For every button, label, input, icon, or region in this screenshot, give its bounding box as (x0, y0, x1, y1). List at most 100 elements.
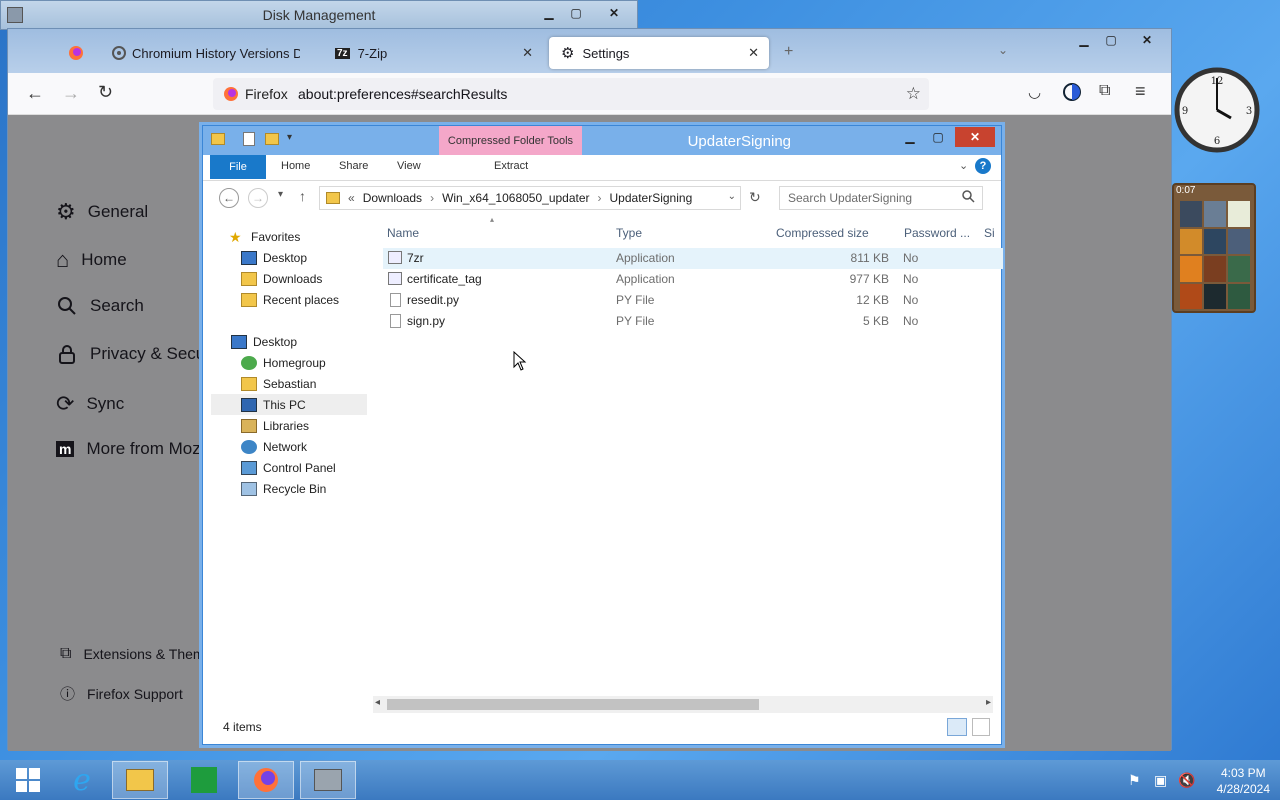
back-icon[interactable]: ← (219, 188, 239, 208)
column-header-name[interactable]: Name (387, 221, 419, 245)
nav-item-desktop-root[interactable]: Desktop (231, 331, 389, 352)
start-button[interactable] (0, 761, 56, 799)
menu-icon[interactable]: ≡ (1135, 81, 1146, 102)
list-tabs-icon[interactable]: ⌄ (998, 43, 1008, 57)
nav-favorites[interactable]: ★ Favorites (229, 226, 387, 247)
nav-label: Sebastian (263, 376, 317, 391)
sidebar-item-home[interactable]: ⌂ Home (56, 247, 127, 273)
nav-item-recycle-bin[interactable]: Recycle Bin (241, 478, 399, 499)
close-button[interactable]: ✕ (596, 4, 632, 22)
file-name: 7zr (407, 251, 424, 265)
nav-item-this-pc[interactable]: This PC (211, 394, 367, 415)
network-icon[interactable]: ▣ (1154, 772, 1167, 789)
search-input[interactable]: Search UpdaterSigning (779, 186, 983, 210)
file-explorer-icon[interactable] (112, 761, 168, 799)
nav-item-libraries[interactable]: Libraries (241, 415, 399, 436)
details-view-icon[interactable] (947, 718, 967, 736)
sidebar-item-search[interactable]: Search (56, 295, 144, 317)
scroll-right-icon[interactable]: ▸ (986, 697, 991, 708)
maximize-button[interactable]: ▢ (1098, 31, 1124, 49)
nav-item-control-panel[interactable]: Control Panel (241, 457, 399, 478)
close-button[interactable]: ✕ (1132, 31, 1162, 49)
breadcrumb-separator: › (597, 191, 602, 205)
breadcrumb-downloads[interactable]: Downloads (363, 191, 422, 205)
picture-puzzle-gadget[interactable]: 0:07 (1172, 183, 1256, 313)
url-bar[interactable]: Firefox about:preferences#searchResults … (213, 78, 929, 110)
extensions-icon[interactable]: ⧉ (1099, 82, 1110, 100)
column-header-compressed-size[interactable]: Compressed size (776, 221, 869, 245)
sidebar-item-privacy[interactable]: Privacy & Securi (56, 343, 215, 365)
nav-item-desktop[interactable]: Desktop (241, 247, 399, 268)
address-dropdown-icon[interactable]: ⌄ (728, 191, 736, 202)
tab-settings[interactable]: ⚙ Settings ✕ (549, 37, 769, 69)
tab-file[interactable]: File (210, 155, 266, 179)
breadcrumb-updater[interactable]: Win_x64_1068050_updater (442, 191, 589, 205)
close-tab-icon[interactable]: ✕ (522, 45, 533, 61)
up-icon[interactable]: ↑ (299, 188, 306, 204)
close-tab-icon[interactable]: ✕ (748, 45, 759, 61)
forward-icon[interactable]: → (62, 83, 80, 104)
firefox-taskbar-icon[interactable] (238, 761, 294, 799)
computer-icon (241, 397, 257, 412)
url-text[interactable]: about:preferences#searchResults (298, 86, 507, 102)
search-icon[interactable] (961, 189, 975, 203)
nav-item-recent-places[interactable]: Recent places (241, 289, 399, 310)
column-header-type[interactable]: Type (616, 221, 642, 245)
column-header-size[interactable]: Si (984, 221, 995, 245)
sidebar-support-link[interactable]: ⓘ Firefox Support (60, 683, 183, 704)
column-header-password[interactable]: Password ... (904, 221, 970, 245)
account-icon[interactable] (1062, 82, 1082, 102)
tab-home[interactable]: Home (281, 160, 310, 172)
sidebar-extensions-link[interactable]: ⧉ Extensions & Them (60, 645, 205, 663)
table-row[interactable]: resedit.py PY File 12 KB No (383, 290, 1003, 311)
breadcrumb-updatersigning[interactable]: UpdaterSigning (610, 191, 693, 205)
puzzle-grid[interactable] (1180, 201, 1250, 309)
help-icon[interactable]: ? (975, 158, 991, 174)
volume-muted-icon[interactable]: 🔇 (1178, 772, 1195, 789)
taskbar-clock[interactable]: 4:03 PM 4/28/2024 (1217, 765, 1270, 797)
nav-item-homegroup[interactable]: Homegroup (241, 352, 399, 373)
horizontal-scrollbar[interactable]: ◂ ▸ (373, 696, 993, 713)
action-center-flag-icon[interactable]: ⚑ (1128, 772, 1141, 789)
table-row[interactable]: 7zr Application 811 KB No (383, 248, 1003, 269)
sidebar-item-general[interactable]: ⚙ General (56, 199, 148, 225)
nav-item-user[interactable]: Sebastian (241, 373, 399, 394)
tab-chromium-history[interactable]: Chromium History Versions Do (100, 37, 300, 69)
disk-management-taskbar-icon[interactable] (300, 761, 356, 799)
table-row[interactable]: sign.py PY File 5 KB No (383, 311, 1003, 332)
overflow-crumbs[interactable]: « (348, 191, 355, 205)
recent-locations-icon[interactable]: ▾ (278, 189, 283, 200)
large-icons-view-icon[interactable] (972, 718, 990, 736)
minimize-button[interactable]: ▁ (1071, 31, 1097, 49)
internet-explorer-icon[interactable]: e (54, 761, 110, 799)
expand-ribbon-icon[interactable]: ⌄ (959, 159, 968, 172)
sidebar-item-more-mozilla[interactable]: m More from Moz (56, 439, 201, 459)
tab-view[interactable]: View (397, 160, 421, 172)
forward-icon[interactable]: → (248, 188, 268, 208)
bookmark-star-icon[interactable]: ☆ (906, 84, 921, 104)
scroll-left-icon[interactable]: ◂ (375, 697, 380, 708)
clock-gadget[interactable]: 12 3 6 9 (1173, 48, 1261, 172)
maximize-button[interactable]: ▢ (925, 128, 951, 146)
back-icon[interactable]: ← (26, 83, 44, 104)
tab-share[interactable]: Share (339, 160, 368, 172)
address-bar[interactable]: « Downloads › Win_x64_1068050_updater › … (319, 186, 741, 210)
new-tab-icon[interactable]: + (784, 43, 793, 61)
tab-7zip[interactable]: 7z 7-Zip ✕ (323, 37, 543, 69)
maximize-button[interactable]: ▢ (563, 4, 589, 22)
minimize-button[interactable]: ▁ (897, 128, 923, 146)
tab-firefox[interactable] (56, 37, 96, 69)
table-row[interactable]: certificate_tag Application 977 KB No (383, 269, 1003, 290)
store-icon[interactable] (176, 761, 232, 799)
nav-item-downloads[interactable]: Downloads (241, 268, 399, 289)
scrollbar-thumb[interactable] (387, 699, 759, 710)
tab-extract[interactable]: Extract (494, 160, 528, 172)
nav-item-network[interactable]: Network (241, 436, 399, 457)
reload-icon[interactable]: ↻ (98, 82, 113, 103)
close-button[interactable]: ✕ (955, 127, 995, 147)
refresh-icon[interactable]: ↻ (749, 189, 761, 206)
sidebar-item-sync[interactable]: ⟳ Sync (56, 391, 124, 417)
minimize-button[interactable]: ▁ (536, 4, 562, 22)
identity-box[interactable]: Firefox (223, 86, 288, 102)
pocket-icon[interactable]: ◡ (1028, 83, 1041, 101)
